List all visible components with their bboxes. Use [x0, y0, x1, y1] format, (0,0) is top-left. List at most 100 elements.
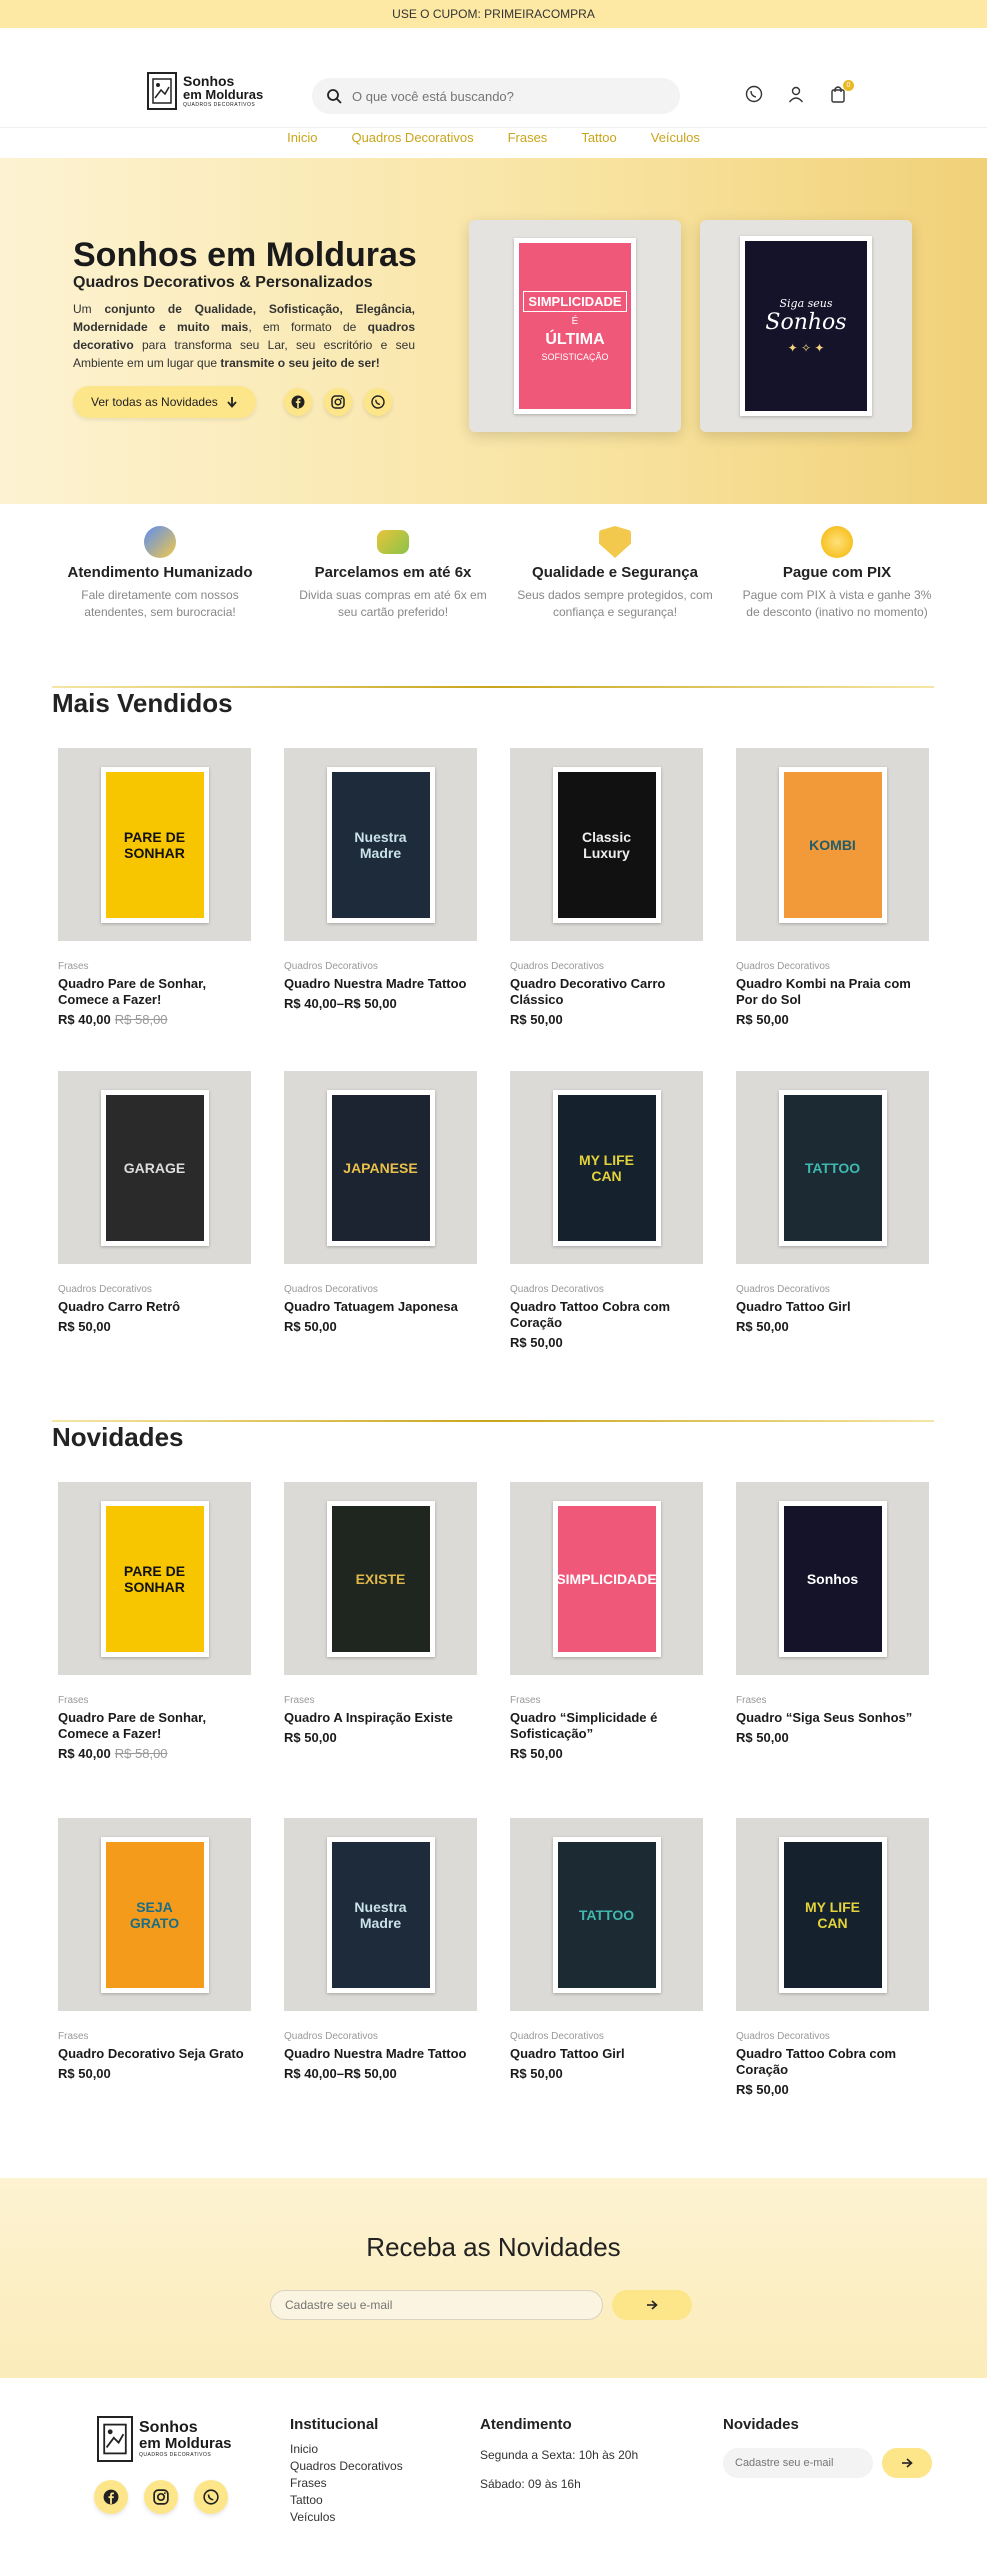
product-current-price: R$ 40,00–R$ 50,00 — [284, 996, 397, 1011]
product-image[interactable]: MY LIFE CAN — [510, 1071, 703, 1264]
see-all-news-button[interactable]: Ver todas as Novidades — [73, 386, 256, 418]
product-category[interactable]: Quadros Decorativos — [284, 961, 479, 972]
product-category[interactable]: Quadros Decorativos — [510, 961, 705, 972]
product-image[interactable]: GARAGE — [58, 1071, 251, 1264]
product-image[interactable]: TATTOO — [736, 1071, 929, 1264]
cart-icon[interactable]: 0 — [828, 80, 854, 104]
product-image[interactable]: SEJA GRATO — [58, 1818, 251, 2011]
product-image[interactable]: TATTOO — [510, 1818, 703, 2011]
product-category[interactable]: Frases — [58, 2031, 253, 2042]
footer-newsletter-input[interactable] — [723, 2448, 873, 2478]
hero-title: Sonhos em Molduras — [73, 236, 417, 274]
product-card[interactable]: KOMBI Quadros Decorativos Quadro Kombi na … — [731, 748, 931, 1027]
product-category[interactable]: Quadros Decorativos — [58, 1284, 253, 1295]
search-bar[interactable] — [312, 78, 680, 114]
newsletter-submit-button[interactable] — [612, 2290, 692, 2320]
product-name[interactable]: Quadro Decorativo Carro Clássico — [510, 976, 705, 1008]
product-card[interactable]: Classic Luxury Quadros Decorativos Quadro … — [505, 748, 705, 1027]
footer-link-quadros-decorativos[interactable]: Quadros Decorativos — [290, 2458, 403, 2475]
nav-link-veiculos[interactable]: Veículos — [651, 130, 700, 145]
facebook-icon[interactable] — [284, 388, 312, 416]
product-card[interactable]: MY LIFE CAN Quadros Decorativos Quadro Tat… — [505, 1071, 705, 1350]
nav-link-tattoo[interactable]: Tattoo — [581, 130, 616, 145]
product-card[interactable]: Nuestra Madre Quadros Decorativos Quadro N… — [279, 1818, 479, 2081]
product-image[interactable]: Nuestra Madre — [284, 748, 477, 941]
product-category[interactable]: Quadros Decorativos — [736, 2031, 931, 2042]
product-name[interactable]: Quadro Carro Retrô — [58, 1299, 253, 1315]
product-card[interactable]: SIMPLICIDADE Frases Quadro “Simplicidade é… — [505, 1482, 705, 1761]
product-name[interactable]: Quadro Pare de Sonhar, Comece a Fazer! — [58, 1710, 253, 1742]
product-card[interactable]: PARE DE SONHAR Frases Quadro Pare de Sonha… — [53, 1482, 253, 1761]
product-name[interactable]: Quadro Tattoo Girl — [510, 2046, 705, 2062]
product-name[interactable]: Quadro Tattoo Girl — [736, 1299, 931, 1315]
product-name[interactable]: Quadro “Simplicidade é Sofisticação” — [510, 1710, 705, 1742]
product-name[interactable]: Quadro A Inspiração Existe — [284, 1710, 479, 1726]
product-card[interactable]: SEJA GRATO Frases Quadro Decorativo Seja G… — [53, 1818, 253, 2081]
product-name[interactable]: Quadro Tattoo Cobra com Coração — [510, 1299, 705, 1331]
footer-newsletter-submit-button[interactable] — [882, 2448, 932, 2478]
product-card[interactable]: TATTOO Quadros Decorativos Quadro Tattoo G… — [731, 1071, 931, 1334]
footer-logo[interactable]: Sonhos em Molduras QUADROS DECORATIVOS — [97, 2416, 232, 2462]
product-card[interactable]: PARE DE SONHAR Frases Quadro Pare de Sonha… — [53, 748, 253, 1027]
product-card[interactable]: EXISTE Frases Quadro A Inspiração Existe R$… — [279, 1482, 479, 1745]
product-card[interactable]: Nuestra Madre Quadros Decorativos Quadro N… — [279, 748, 479, 1011]
product-category[interactable]: Frases — [736, 1695, 931, 1706]
product-card[interactable]: Sonhos Frases Quadro “Siga Seus Sonhos” R$ … — [731, 1482, 931, 1745]
product-category[interactable]: Quadros Decorativos — [736, 961, 931, 972]
whatsapp-icon[interactable] — [364, 388, 392, 416]
product-name[interactable]: Quadro Decorativo Seja Grato — [58, 2046, 253, 2062]
product-image[interactable]: Nuestra Madre — [284, 1818, 477, 2011]
poster-artwork: SEJA GRATO — [100, 1836, 209, 1993]
search-icon[interactable] — [326, 88, 342, 104]
footer-link-inicio[interactable]: Inicio — [290, 2441, 403, 2458]
newsletter-email-input[interactable] — [270, 2290, 603, 2320]
product-name[interactable]: Quadro Tatuagem Japonesa — [284, 1299, 479, 1315]
footer-link-frases[interactable]: Frases — [290, 2475, 403, 2492]
search-input[interactable] — [352, 88, 652, 104]
whatsapp-icon[interactable] — [194, 2480, 228, 2514]
product-image[interactable]: SIMPLICIDADE — [510, 1482, 703, 1675]
product-card[interactable]: MY LIFE CAN Quadros Decorativos Quadro Tat… — [731, 1818, 931, 2097]
product-image[interactable]: KOMBI — [736, 748, 929, 941]
product-image[interactable]: MY LIFE CAN — [736, 1818, 929, 2011]
product-name[interactable]: Quadro Nuestra Madre Tattoo — [284, 976, 479, 992]
facebook-icon[interactable] — [94, 2480, 128, 2514]
product-category[interactable]: Quadros Decorativos — [284, 2031, 479, 2042]
instagram-icon[interactable] — [144, 2480, 178, 2514]
product-name[interactable]: Quadro Kombi na Praia com Por do Sol — [736, 976, 931, 1008]
product-category[interactable]: Quadros Decorativos — [736, 1284, 931, 1295]
product-category[interactable]: Quadros Decorativos — [510, 1284, 705, 1295]
product-image[interactable]: PARE DE SONHAR — [58, 748, 251, 941]
footer-link-tattoo[interactable]: Tattoo — [290, 2492, 403, 2509]
nav-link-frases[interactable]: Frases — [508, 130, 548, 145]
product-category[interactable]: Quadros Decorativos — [284, 1284, 479, 1295]
hero-banner: Sonhos em Molduras Quadros Decorativos &… — [0, 158, 987, 504]
site-logo[interactable]: Sonhos em Molduras QUADROS DECORATIVOS — [147, 72, 263, 110]
product-name[interactable]: Quadro “Siga Seus Sonhos” — [736, 1710, 931, 1726]
instagram-icon[interactable] — [324, 388, 352, 416]
product-name[interactable]: Quadro Tattoo Cobra com Coração — [736, 2046, 931, 2078]
footer-novidades-title: Novidades — [723, 2416, 799, 2433]
product-image[interactable]: JAPANESE — [284, 1071, 477, 1264]
whatsapp-icon[interactable] — [744, 84, 764, 104]
product-name[interactable]: Quadro Pare de Sonhar, Comece a Fazer! — [58, 976, 253, 1008]
product-image[interactable]: EXISTE — [284, 1482, 477, 1675]
footer-link-veiculos[interactable]: Veículos — [290, 2509, 403, 2526]
product-category[interactable]: Frases — [58, 961, 253, 972]
product-category[interactable]: Quadros Decorativos — [510, 2031, 705, 2042]
poster-artwork: EXISTE — [326, 1500, 435, 1657]
product-card[interactable]: JAPANESE Quadros Decorativos Quadro Tatuag… — [279, 1071, 479, 1334]
product-category[interactable]: Frases — [58, 1695, 253, 1706]
product-card[interactable]: TATTOO Quadros Decorativos Quadro Tattoo G… — [505, 1818, 705, 2081]
product-name[interactable]: Quadro Nuestra Madre Tattoo — [284, 2046, 479, 2062]
user-icon[interactable] — [786, 84, 806, 104]
poster-text: Sonhos — [765, 310, 847, 335]
product-image[interactable]: PARE DE SONHAR — [58, 1482, 251, 1675]
product-card[interactable]: GARAGE Quadros Decorativos Quadro Carro Re… — [53, 1071, 253, 1334]
product-category[interactable]: Frases — [510, 1695, 705, 1706]
product-category[interactable]: Frases — [284, 1695, 479, 1706]
product-image[interactable]: Classic Luxury — [510, 748, 703, 941]
product-image[interactable]: Sonhos — [736, 1482, 929, 1675]
nav-link-inicio[interactable]: Inicio — [287, 130, 317, 145]
nav-link-quadros-decorativos[interactable]: Quadros Decorativos — [351, 130, 473, 145]
